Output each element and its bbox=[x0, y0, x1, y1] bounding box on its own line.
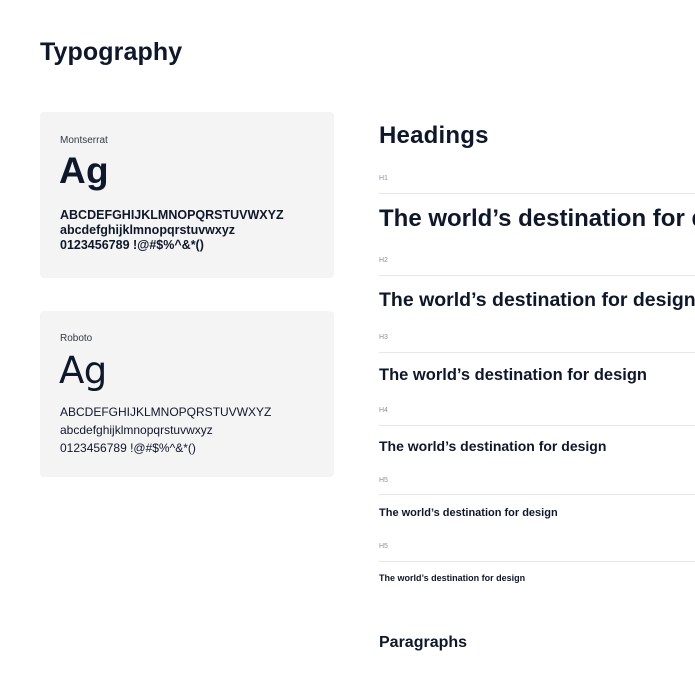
heading-level-label: H2 bbox=[379, 257, 388, 264]
lowercase-letters: abcdefghijklmnopqrstuvwxyz bbox=[60, 423, 213, 437]
character-set: ABCDEFGHIJKLMNOPQRSTUVWXYZ abcdefghijklm… bbox=[60, 403, 271, 457]
font-sample: Ag bbox=[59, 150, 109, 191]
digits-symbols: 0123456789 !@#$%^&*() bbox=[60, 441, 196, 455]
lowercase-letters: abcdefghijklmnopqrstuvwxyz bbox=[60, 223, 236, 237]
heading-sample-h6: The world’s destination for design bbox=[379, 573, 526, 583]
page-title: Typography bbox=[40, 38, 183, 66]
divider bbox=[379, 561, 695, 562]
heading-level-label: H3 bbox=[379, 334, 388, 341]
font-name: Montserrat bbox=[60, 135, 108, 146]
font-name: Roboto bbox=[60, 333, 93, 344]
font-card-montserrat: Montserrat Ag ABCDEFGHIJKLMNOPQRSTUVWXYZ… bbox=[40, 112, 334, 278]
divider bbox=[379, 275, 695, 276]
heading-sample-h3: The world’s destination for design bbox=[379, 366, 647, 384]
heading-sample-h4: The world’s destination for design bbox=[379, 438, 607, 454]
font-card-roboto: Roboto Ag ABCDEFGHIJKLMNOPQRSTUVWXYZ abc… bbox=[40, 311, 334, 477]
divider bbox=[379, 352, 695, 353]
headings-title: Headings bbox=[379, 122, 489, 149]
heading-level-label: H4 bbox=[379, 407, 388, 414]
heading-level-label: H5 bbox=[379, 543, 388, 550]
divider bbox=[379, 494, 695, 495]
digits-symbols: 0123456789 !@#$%^&*() bbox=[60, 238, 204, 252]
uppercase-letters: ABCDEFGHIJKLMNOPQRSTUVWXYZ bbox=[60, 405, 272, 419]
heading-sample-h2: The world’s destination for design bbox=[379, 289, 695, 311]
heading-sample-h1: The world’s destination for design bbox=[379, 205, 695, 232]
divider bbox=[379, 193, 695, 194]
heading-level-label: H5 bbox=[379, 477, 388, 484]
font-sample: Ag bbox=[59, 349, 107, 392]
uppercase-letters: ABCDEFGHIJKLMNOPQRSTUVWXYZ bbox=[60, 208, 284, 222]
divider bbox=[379, 425, 695, 426]
heading-sample-h5: The world’s destination for design bbox=[379, 507, 558, 519]
character-set: ABCDEFGHIJKLMNOPQRSTUVWXYZ abcdefghijklm… bbox=[60, 208, 284, 253]
paragraphs-title: Paragraphs bbox=[379, 634, 468, 651]
heading-level-label: H1 bbox=[379, 175, 388, 182]
